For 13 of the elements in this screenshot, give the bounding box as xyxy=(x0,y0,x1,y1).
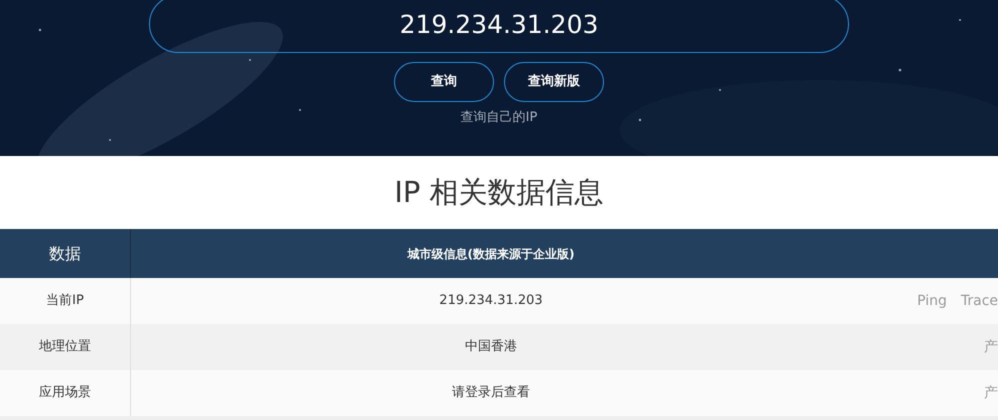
query-button[interactable]: 查询 xyxy=(394,62,494,102)
row-label: 应用场景 xyxy=(0,370,131,416)
row-label: 当前IP xyxy=(0,278,131,324)
column-header: 城市级信息(数据来源于企业版) xyxy=(131,229,851,278)
my-ip-link[interactable]: 查询自己的IP xyxy=(460,108,538,128)
section-title: IP 相关数据信息 xyxy=(393,174,605,212)
column-header: 数据 xyxy=(0,229,131,278)
table-cell: 请登录后查看 xyxy=(131,370,851,416)
row-label: 地理位置 xyxy=(0,324,131,370)
table-cell: 219.234.31.203 xyxy=(131,278,851,324)
query-button[interactable]: 查询新版 xyxy=(504,62,604,102)
table-cell: 中国香港 xyxy=(131,324,851,370)
ip-input-field[interactable]: 219.234.31.203 xyxy=(149,0,849,53)
